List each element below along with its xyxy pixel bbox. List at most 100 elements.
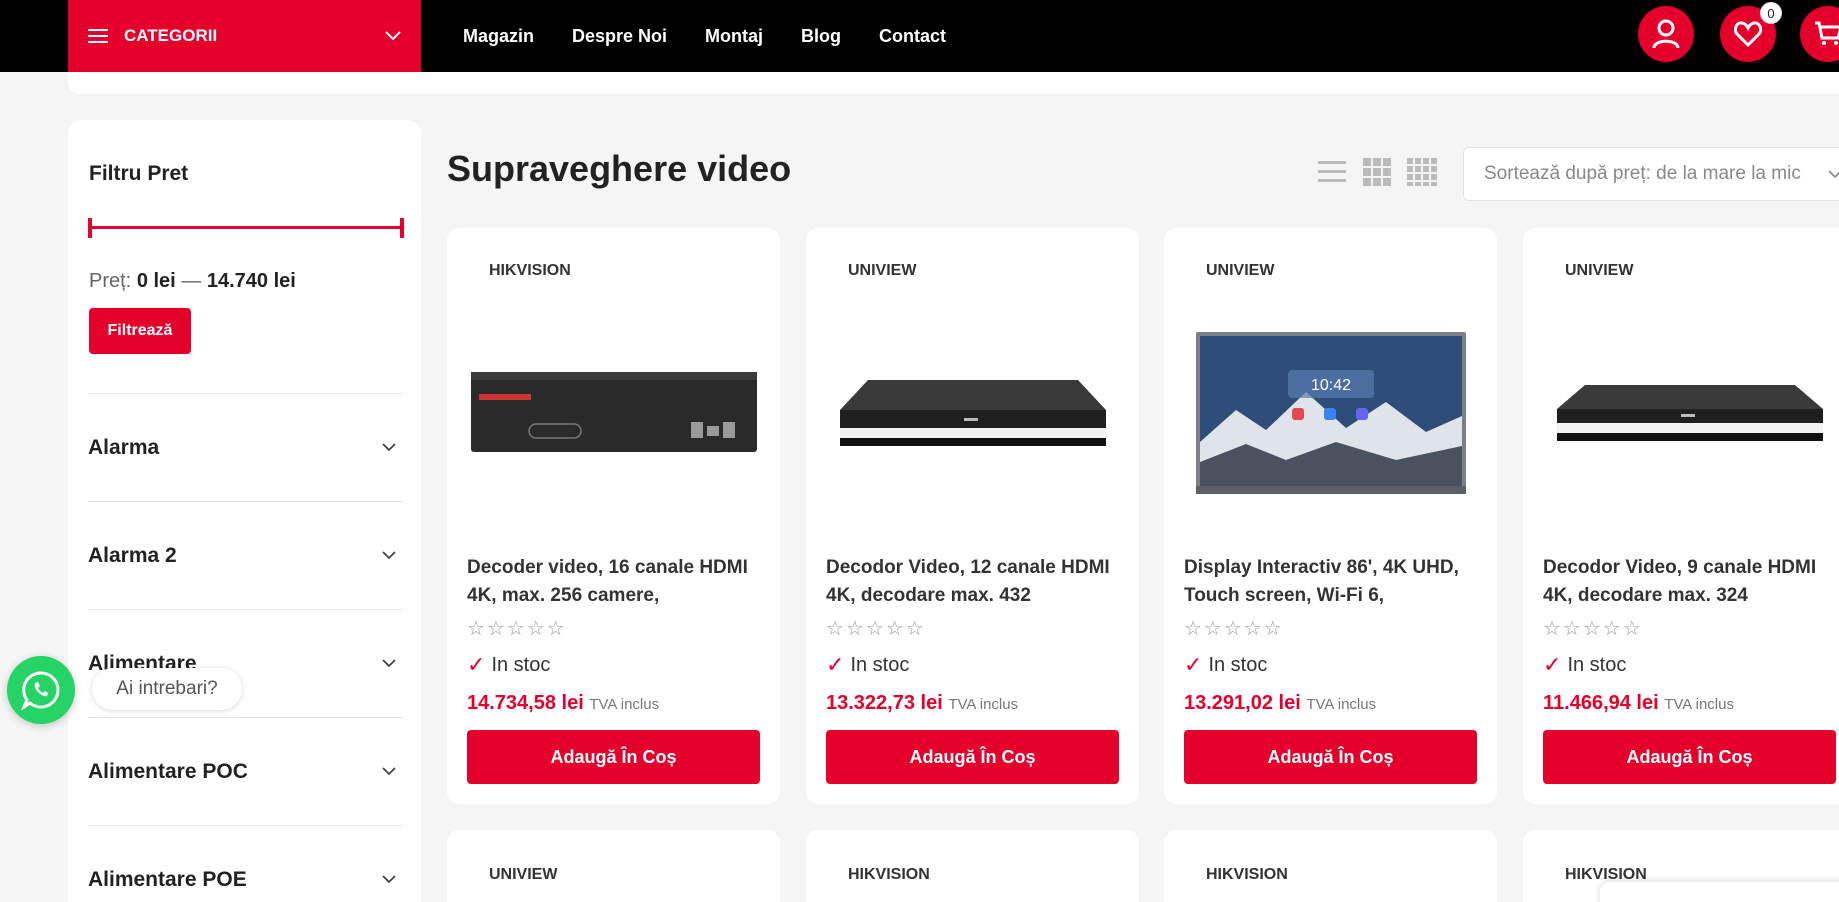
product-brand: UNIVIEW <box>848 262 917 279</box>
price-filter-title: Filtru Pret <box>89 162 189 185</box>
product-brand: HIKVISION <box>848 866 930 883</box>
product-image[interactable]: 10:42 <box>1184 298 1477 528</box>
add-to-cart-button[interactable]: Adaugă În Coș <box>467 730 760 784</box>
grid-4-icon[interactable] <box>1407 158 1437 186</box>
stock-text: In stoc <box>850 653 910 676</box>
product-price: 13.291,02 lei TVA inclus <box>1184 692 1376 715</box>
stock-text: In stoc <box>1208 653 1268 676</box>
whatsapp-bubble[interactable]: Ai intrebari? <box>92 668 242 710</box>
chevron-down-icon <box>382 659 396 668</box>
price-value: 11.466,94 lei <box>1543 692 1659 714</box>
rating-stars: ☆☆☆☆☆ <box>467 618 567 640</box>
product-name[interactable]: Decodor Video, 12 canale HDMI 4K, decoda… <box>826 554 1121 610</box>
category-label: Alarma 2 <box>88 543 177 567</box>
product-price: 13.322,73 lei TVA inclus <box>826 692 1018 715</box>
filter-button[interactable]: Filtrează <box>89 308 191 354</box>
product-image[interactable] <box>826 298 1119 528</box>
sidebar-category-alimentare-poe[interactable]: Alimentare POE <box>88 825 402 902</box>
sidebar-category-alimentare-poc[interactable]: Alimentare POC <box>88 717 402 825</box>
product-card[interactable]: HIKVISION <box>806 830 1139 902</box>
add-to-cart-button[interactable]: Adaugă În Coș <box>1184 730 1477 784</box>
stock-status: ✓ In stoc <box>467 652 550 678</box>
user-icon <box>1652 19 1680 49</box>
whatsapp-button[interactable] <box>7 656 75 724</box>
tva-label: TVA inclus <box>1306 696 1377 713</box>
product-brand: HIKVISION <box>489 262 571 279</box>
price-min: 0 lei <box>136 270 176 292</box>
cart-button[interactable] <box>1800 6 1839 62</box>
check-icon: ✓ <box>1184 652 1203 677</box>
product-card[interactable]: UNIVIEW 10:42 Display Interactiv 86', 4K… <box>1164 228 1497 804</box>
product-name[interactable]: Display Interactiv 86', 4K UHD, Touch sc… <box>1184 554 1479 610</box>
categories-button[interactable]: CATEGORII <box>68 0 421 72</box>
page-title: Supraveghere video <box>447 148 792 189</box>
rating-stars: ☆☆☆☆☆ <box>826 618 926 640</box>
product-brand: UNIVIEW <box>1565 262 1634 279</box>
whatsapp-icon <box>21 671 60 710</box>
stock-status: ✓ In stoc <box>1543 652 1626 678</box>
tva-label: TVA inclus <box>948 696 1019 713</box>
filter-sidebar: Filtru Pret Preț: 0 lei — 14.740 lei Fil… <box>68 120 421 902</box>
stock-status: ✓ In stoc <box>1184 652 1267 678</box>
heart-icon <box>1734 21 1762 47</box>
menu-icon <box>88 29 108 43</box>
product-price: 14.734,58 lei TVA inclus <box>467 692 659 715</box>
slider-max-handle[interactable] <box>400 218 404 238</box>
stock-text: In stoc <box>1567 653 1627 676</box>
chevron-down-icon <box>382 551 396 560</box>
price-value: 13.291,02 lei <box>1184 692 1301 714</box>
sort-select[interactable]: Sortează după preț: de la mare la mic <box>1463 147 1839 201</box>
add-to-cart-button[interactable]: Adaugă În Coș <box>826 730 1119 784</box>
price-value: 14.734,58 lei <box>467 692 584 714</box>
chevron-down-icon <box>385 31 401 41</box>
product-brand: HIKVISION <box>1206 866 1288 883</box>
account-button[interactable] <box>1638 6 1694 62</box>
slider-min-handle[interactable] <box>88 218 92 238</box>
nav-magazin[interactable]: Magazin <box>463 26 534 47</box>
product-name[interactable]: Decodor Video, 9 canale HDMI 4K, decodar… <box>1543 554 1838 610</box>
category-label: Alimentare POC <box>88 759 248 783</box>
sidebar-category-alarma-2[interactable]: Alarma 2 <box>88 501 402 609</box>
rating-stars: ☆☆☆☆☆ <box>1184 618 1284 640</box>
product-card[interactable]: UNIVIEW Decodor Video, 12 canale HDMI 4K… <box>806 228 1139 804</box>
product-card[interactable]: HIKVISION Decoder video, 16 canale HDMI … <box>447 228 780 804</box>
nav-blog[interactable]: Blog <box>801 26 841 47</box>
header-underlay <box>68 72 1839 94</box>
product-card[interactable]: HIKVISION <box>1164 830 1497 902</box>
chevron-down-icon <box>382 767 396 776</box>
corner-popup[interactable] <box>1600 882 1839 902</box>
slider-track <box>88 226 404 229</box>
wishlist-button[interactable]: 0 <box>1720 2 1782 62</box>
product-image[interactable] <box>1543 298 1836 528</box>
chevron-down-icon <box>1828 169 1839 178</box>
sidebar-category-alarma[interactable]: Alarma <box>88 393 402 501</box>
nav-contact[interactable]: Contact <box>879 26 946 47</box>
check-icon: ✓ <box>467 652 486 677</box>
product-name[interactable]: Decoder video, 16 canale HDMI 4K, max. 2… <box>467 554 762 610</box>
chevron-down-icon <box>382 443 396 452</box>
price-separator: — <box>181 270 202 292</box>
cart-icon <box>1815 21 1839 45</box>
price-range-text: Preț: 0 lei — 14.740 lei <box>89 270 296 293</box>
price-label: Preț: <box>89 270 132 292</box>
price-max: 14.740 lei <box>206 270 296 292</box>
product-image[interactable] <box>467 298 760 528</box>
chevron-down-icon <box>382 875 396 884</box>
nav-despre-noi[interactable]: Despre Noi <box>572 26 667 47</box>
grid-3-icon[interactable] <box>1363 158 1391 186</box>
price-range-slider[interactable] <box>88 218 404 238</box>
sort-selected-value: Sortează după preț: de la mare la mic <box>1484 163 1801 184</box>
list-view-icon[interactable] <box>1318 158 1346 186</box>
categories-label: CATEGORII <box>124 26 218 45</box>
top-bar: CATEGORII Magazin Despre Noi Montaj Blog… <box>0 0 1839 72</box>
product-card[interactable]: UNIVIEW <box>447 830 780 902</box>
check-icon: ✓ <box>1543 652 1562 677</box>
product-brand: UNIVIEW <box>1206 262 1275 279</box>
tva-label: TVA inclus <box>589 696 660 713</box>
display-clock: 10:42 <box>1310 377 1350 394</box>
tva-label: TVA inclus <box>1664 696 1734 713</box>
add-to-cart-button[interactable]: Adaugă În Coș <box>1543 730 1836 784</box>
nav-montaj[interactable]: Montaj <box>705 26 763 47</box>
product-card[interactable]: UNIVIEW Decodor Video, 9 canale HDMI 4K,… <box>1523 228 1839 804</box>
price-value: 13.322,73 lei <box>826 692 943 714</box>
